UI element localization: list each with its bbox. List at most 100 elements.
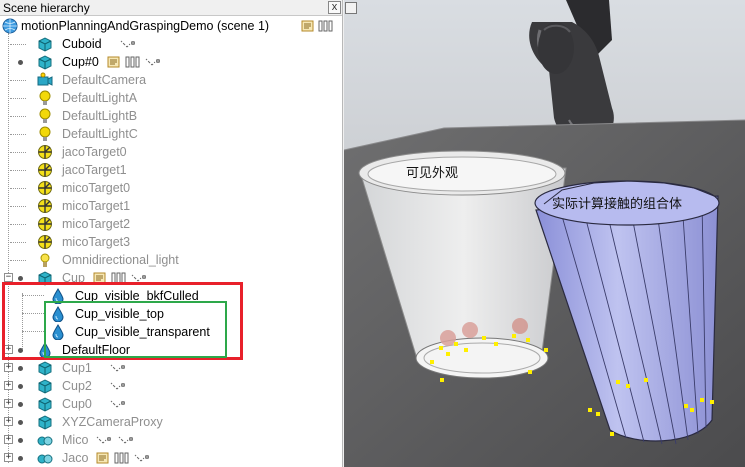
tree-connector xyxy=(10,188,26,189)
tree-item[interactable]: micoTarget1 xyxy=(0,197,342,215)
scene-viewport[interactable]: 可见外观 实际计算接触的组合体 xyxy=(344,0,745,467)
dummy-icon xyxy=(38,217,52,231)
panel-title: Scene hierarchy x xyxy=(0,0,342,16)
dummy-link-icon xyxy=(110,400,125,408)
tree-item-label: DefaultLightA xyxy=(62,91,138,105)
expand-toggle[interactable]: + xyxy=(4,453,13,462)
tree-item-label: micoTarget0 xyxy=(62,181,131,195)
dummy-icon xyxy=(38,145,52,159)
dummy-icon xyxy=(38,181,52,195)
collapse-toggle[interactable]: − xyxy=(4,273,13,282)
tree-item-label: micoTarget1 xyxy=(62,199,131,213)
cube-shape-icon xyxy=(38,415,52,430)
expand-toggle[interactable]: + xyxy=(4,399,13,408)
tree-item[interactable]: + Mico xyxy=(0,431,342,449)
tree-connector xyxy=(10,98,26,99)
dummy-link-icon xyxy=(145,58,160,66)
tree-item-label: jacoTarget0 xyxy=(62,145,127,159)
cube-shape-icon xyxy=(38,361,52,376)
tree-item-label: Mico xyxy=(62,433,89,447)
tree-item[interactable]: + Cup1 xyxy=(0,359,342,377)
omnidirectional-light-icon xyxy=(40,253,50,267)
object-dot xyxy=(18,276,23,281)
tree-item-label: Cup#0 xyxy=(62,55,99,69)
expand-toggle[interactable]: + xyxy=(4,363,13,372)
tree-connector xyxy=(10,242,26,243)
root-label: motionPlanningAndGraspingDemo (scene 1) xyxy=(21,19,270,33)
globe-icon xyxy=(2,18,18,34)
object-dot xyxy=(18,456,23,461)
tree-item-label: micoTarget3 xyxy=(62,235,131,249)
cube-shape-icon xyxy=(38,37,52,52)
tree-item[interactable]: + Cup0 xyxy=(0,395,342,413)
light-icon xyxy=(39,126,51,141)
dummy-link-icon xyxy=(110,382,125,390)
dummy-link-icon xyxy=(134,454,149,462)
object-dot xyxy=(18,384,23,389)
tree-connector xyxy=(10,206,26,207)
tree-item[interactable]: DefaultCamera xyxy=(0,71,342,89)
tree-connector xyxy=(10,116,26,117)
tree-connector xyxy=(10,260,26,261)
tree-item[interactable]: Cuboid xyxy=(0,35,342,53)
scene-tree: motionPlanningAndGraspingDemo (scene 1) … xyxy=(0,16,342,467)
tree-connector xyxy=(10,134,26,135)
object-dot xyxy=(18,366,23,371)
collision-body-label: 实际计算接触的组合体 xyxy=(552,197,683,212)
dummy-icon xyxy=(38,235,52,249)
object-dot xyxy=(18,402,23,407)
script-icon[interactable] xyxy=(96,451,110,465)
green-highlight-box xyxy=(44,301,227,358)
close-button[interactable]: x xyxy=(328,1,341,14)
customization-script-icon[interactable] xyxy=(318,19,334,33)
cube-shape-icon xyxy=(38,55,52,70)
script-icon[interactable] xyxy=(301,19,315,33)
expand-toggle[interactable]: + xyxy=(4,417,13,426)
tree-item[interactable]: + XYZCameraProxy xyxy=(0,413,342,431)
dummy-icon xyxy=(38,199,52,213)
object-dot xyxy=(18,60,23,65)
script-icon[interactable] xyxy=(107,55,121,69)
object-dot xyxy=(18,420,23,425)
tree-item[interactable]: Cup#0 xyxy=(0,53,342,71)
tree-item-label: Omnidirectional_light xyxy=(62,253,179,267)
compound-shape-icon xyxy=(37,436,53,446)
tree-item-label: Cup0 xyxy=(62,397,92,411)
dummy-icon xyxy=(38,163,52,177)
tree-connector xyxy=(10,44,26,45)
tree-item[interactable]: Omnidirectional_light xyxy=(0,251,342,269)
tree-item-label: DefaultCamera xyxy=(62,73,147,87)
compound-shape-icon xyxy=(37,454,53,464)
customization-script-icon[interactable] xyxy=(114,451,130,465)
customization-script-icon[interactable] xyxy=(125,55,141,69)
tree-item-label: DefaultLightB xyxy=(62,109,138,123)
tree-item[interactable]: + Cup2 xyxy=(0,377,342,395)
tree-item-label: jacoTarget1 xyxy=(62,163,127,177)
tree-connector xyxy=(10,80,26,81)
dummy-link-icon xyxy=(96,436,111,444)
view-toggle-button[interactable] xyxy=(345,2,357,14)
expand-toggle[interactable]: + xyxy=(4,381,13,390)
dummy-link-icon xyxy=(120,40,135,48)
camera-icon xyxy=(37,72,53,86)
tree-item-label: DefaultLightC xyxy=(62,127,138,141)
tree-item[interactable]: jacoTarget0 xyxy=(0,143,342,161)
tree-item[interactable]: micoTarget2 xyxy=(0,215,342,233)
cube-shape-icon xyxy=(38,397,52,412)
tree-item[interactable]: jacoTarget1 xyxy=(0,161,342,179)
panel-title-text: Scene hierarchy xyxy=(3,1,90,15)
scene-render xyxy=(344,0,745,467)
tree-item[interactable]: DefaultLightB xyxy=(0,107,342,125)
cube-shape-icon xyxy=(38,379,52,394)
object-dot xyxy=(18,438,23,443)
tree-connector xyxy=(10,152,26,153)
dummy-link-icon xyxy=(118,436,133,444)
tree-item[interactable]: micoTarget0 xyxy=(0,179,342,197)
scene-hierarchy-panel: Scene hierarchy x motionPlanningAndGrasp… xyxy=(0,0,343,467)
tree-item[interactable]: + Jaco xyxy=(0,449,342,467)
tree-item[interactable]: DefaultLightA xyxy=(0,89,342,107)
tree-item[interactable]: DefaultLightC xyxy=(0,125,342,143)
expand-toggle[interactable]: + xyxy=(4,435,13,444)
tree-root[interactable]: motionPlanningAndGraspingDemo (scene 1) xyxy=(0,17,342,35)
tree-item[interactable]: micoTarget3 xyxy=(0,233,342,251)
